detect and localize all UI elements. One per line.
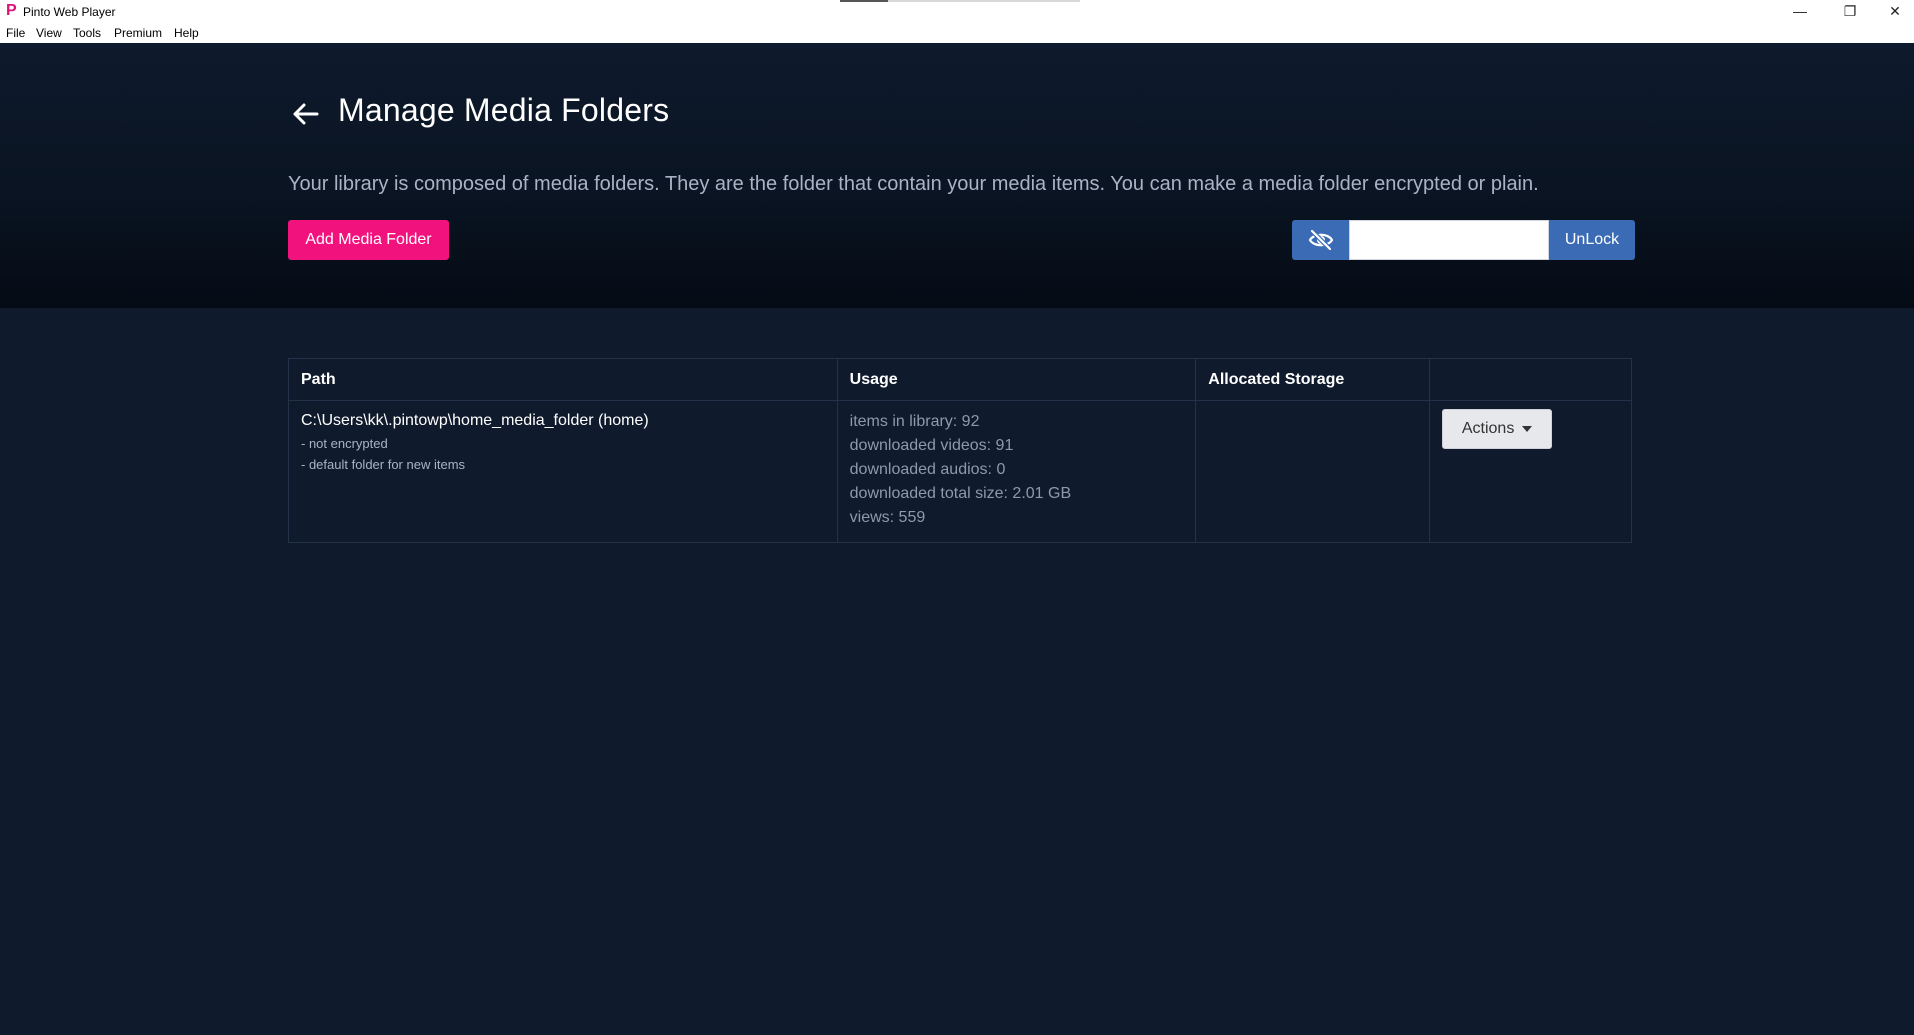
unlock-group: UnLock (1292, 220, 1635, 260)
usage-views: views: 559 (849, 509, 926, 526)
minimize-icon: — (1793, 3, 1807, 19)
usage-downloaded-audios: downloaded audios: 0 (849, 461, 1006, 478)
unlock-button[interactable]: UnLock (1549, 220, 1635, 260)
page-description: Your library is composed of media folder… (288, 173, 1539, 195)
usage-downloaded-videos: downloaded videos: 91 (849, 437, 1014, 454)
encryption-status: - not encrypted (301, 436, 388, 451)
usage-cell: items in library: 92 downloaded videos: … (836, 400, 1197, 543)
close-icon: ✕ (1889, 2, 1901, 19)
actions-dropdown-button[interactable]: Actions (1442, 409, 1553, 449)
app-logo-icon: P (6, 2, 17, 19)
maximize-button[interactable]: ❐ (1827, 0, 1873, 22)
close-button[interactable]: ✕ (1872, 0, 1914, 22)
table-header-row: Path Usage Allocated Storage (288, 358, 1632, 401)
menu-premium[interactable]: Premium (114, 26, 162, 40)
usage-downloaded-total-size: downloaded total size: 2.01 GB (849, 485, 1072, 502)
eye-slash-icon (1308, 229, 1333, 251)
column-header-usage: Usage (836, 358, 1197, 401)
column-header-actions (1429, 358, 1632, 401)
usage-items-in-library: items in library: 92 (849, 413, 980, 430)
password-input[interactable] (1349, 220, 1549, 260)
actions-label: Actions (1461, 420, 1515, 437)
column-header-allocated-storage: Allocated Storage (1195, 358, 1431, 401)
media-folders-table: Path Usage Allocated Storage C:\Users\kk… (288, 358, 1632, 543)
caret-down-icon (1522, 426, 1533, 432)
page-title: Manage Media Folders (338, 92, 670, 128)
minimize-button[interactable]: — (1777, 0, 1823, 22)
title-drag-indicator (840, 0, 1080, 2)
toggle-password-visibility-button[interactable] (1292, 220, 1349, 260)
add-media-folder-button[interactable]: Add Media Folder (288, 220, 449, 260)
restore-icon: ❐ (1843, 2, 1857, 19)
default-folder-note: - default folder for new items (301, 457, 466, 472)
table-row: C:\Users\kk\.pintowp\home_media_folder (… (288, 400, 1632, 543)
back-button[interactable] (288, 97, 322, 131)
title-bar: P Pinto Web Player — ❐ ✕ (0, 0, 1914, 24)
path-cell: C:\Users\kk\.pintowp\home_media_folder (… (288, 400, 838, 543)
folder-path: C:\Users\kk\.pintowp\home_media_folder (… (301, 412, 649, 429)
actions-cell: Actions (1429, 400, 1632, 543)
column-header-path: Path (288, 358, 838, 401)
arrow-left-icon (293, 103, 319, 125)
app-title: Pinto Web Player (23, 5, 116, 19)
menu-view[interactable]: View (36, 26, 62, 40)
menu-bar: File View Tools Premium Help (0, 24, 1914, 43)
menu-tools[interactable]: Tools (73, 26, 101, 40)
menu-help[interactable]: Help (174, 26, 199, 40)
allocated-storage-cell (1195, 400, 1431, 543)
menu-file[interactable]: File (6, 26, 25, 40)
